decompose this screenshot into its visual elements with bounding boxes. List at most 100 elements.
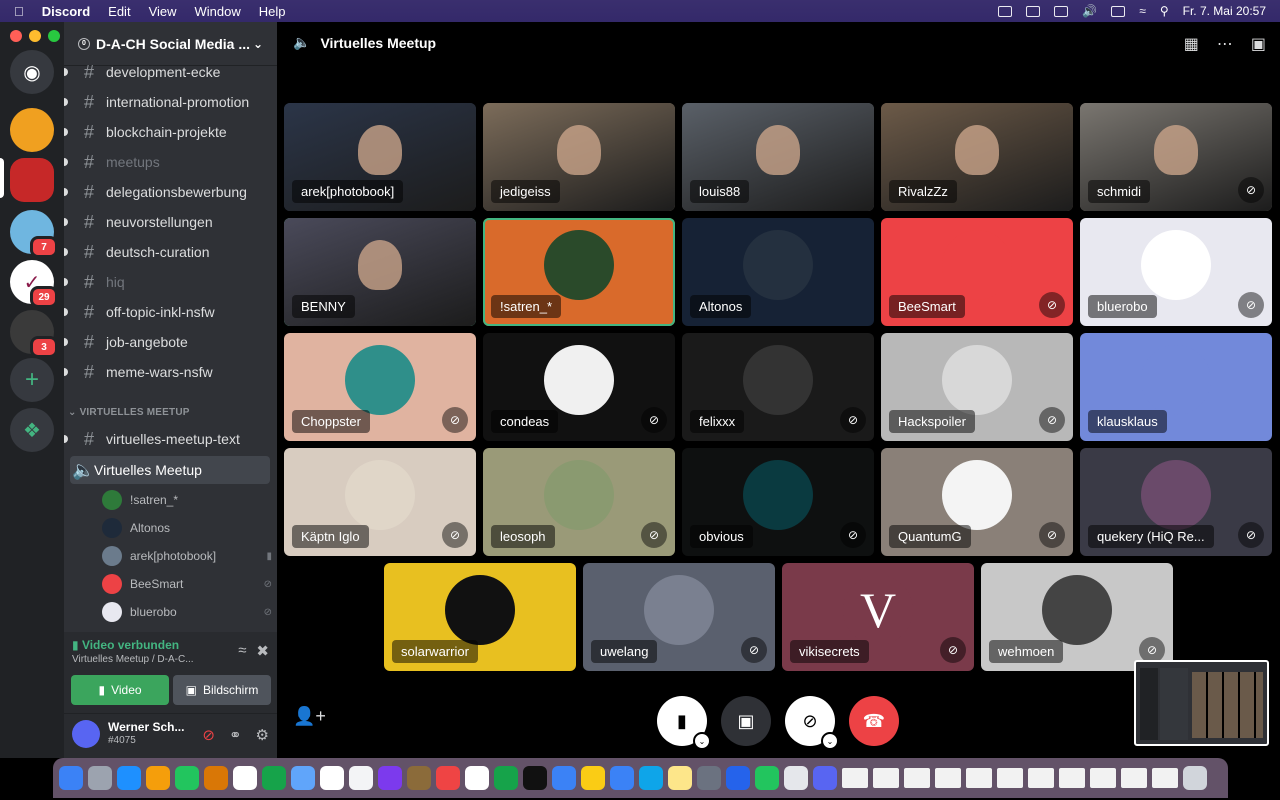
menu-view[interactable]: View xyxy=(149,4,177,19)
minimized-window-icon[interactable] xyxy=(1121,768,1147,788)
self-view-preview[interactable] xyxy=(1134,660,1269,746)
participant-tile[interactable]: wehmoen ⊘ xyxy=(981,563,1173,671)
participant-tile[interactable]: louis88 xyxy=(682,103,874,211)
facetime-icon[interactable] xyxy=(262,766,286,790)
participant-tile[interactable]: Vvikisecrets ⊘ xyxy=(782,563,974,671)
minimize-window-icon[interactable] xyxy=(29,30,41,42)
status-icon[interactable] xyxy=(998,5,1013,17)
menu-window[interactable]: Window xyxy=(195,4,241,19)
participant-tile[interactable]: leosoph ⊘ xyxy=(483,448,675,556)
launchpad-icon[interactable] xyxy=(88,766,112,790)
participant-tile[interactable]: condeas ⊘ xyxy=(483,333,675,441)
zoom-icon[interactable] xyxy=(726,766,750,790)
participant-tile[interactable]: schmidi ⊘ xyxy=(1080,103,1272,211)
close-window-icon[interactable] xyxy=(10,30,22,42)
photos-icon[interactable] xyxy=(146,766,170,790)
video-button[interactable]: ▮ Video xyxy=(71,675,169,705)
music-icon[interactable] xyxy=(436,766,460,790)
voice-channel-path[interactable]: Virtuelles Meetup / D-A-C... xyxy=(72,654,194,665)
channel-delegationsbewerbung[interactable]: # delegationsbewerbung xyxy=(64,178,277,206)
guild-icon[interactable]: 3 xyxy=(10,310,58,358)
minimized-window-icon[interactable] xyxy=(1152,768,1178,788)
chevron-down-icon[interactable]: ⌄ xyxy=(821,732,839,750)
numbers-icon[interactable] xyxy=(494,766,518,790)
participant-tile[interactable]: Choppster ⊘ xyxy=(284,333,476,441)
participant-tile[interactable]: obvious ⊘ xyxy=(682,448,874,556)
guild-icon[interactable]: 7 xyxy=(10,210,58,258)
whatsapp-icon[interactable] xyxy=(755,766,779,790)
minimized-window-icon[interactable] xyxy=(873,768,899,788)
category-header[interactable]: ⌄ VIRTUELLES MEETUP xyxy=(68,407,190,418)
screen-share-button[interactable]: ▣ xyxy=(721,696,771,746)
noise-suppression-icon[interactable]: ≈ xyxy=(238,642,246,660)
app-store-icon[interactable] xyxy=(610,766,634,790)
menu-help[interactable]: Help xyxy=(259,4,286,19)
grid-layout-icon[interactable]: ▦ xyxy=(1184,34,1199,54)
channel-international-promotion[interactable]: # international-promotion xyxy=(64,88,277,116)
status-icon[interactable] xyxy=(1026,5,1041,17)
system-preferences-icon[interactable] xyxy=(697,766,721,790)
participant-tile[interactable]: solarwarrior xyxy=(384,563,576,671)
minimized-window-icon[interactable] xyxy=(966,768,992,788)
trash-icon[interactable] xyxy=(1183,766,1207,790)
participant-tile[interactable]: BeeSmart ⊘ xyxy=(881,218,1073,326)
guild-icon[interactable] xyxy=(10,108,54,152)
participant-tile[interactable]: uwelang ⊘ xyxy=(583,563,775,671)
guild-icon[interactable]: ✓ 29 xyxy=(10,260,58,308)
mail-icon[interactable] xyxy=(233,766,257,790)
keynote-icon[interactable] xyxy=(552,766,576,790)
participant-tile[interactable]: Käptn Iglo ⊘ xyxy=(284,448,476,556)
chevron-down-icon[interactable]: ⌄ xyxy=(693,732,711,750)
app-icon[interactable] xyxy=(407,766,431,790)
menu-app-name[interactable]: Discord xyxy=(42,4,90,19)
podcasts-icon[interactable] xyxy=(378,766,402,790)
channel-virtuelles-meetup-text[interactable]: # virtuelles-meetup-text xyxy=(64,425,277,453)
voice-status[interactable]: ▮ Video verbunden xyxy=(72,638,179,652)
voice-channel-virtuelles-meetup[interactable]: 🔈 Virtuelles Meetup xyxy=(70,456,270,484)
messages-icon[interactable] xyxy=(175,766,199,790)
home-button[interactable]: ◉ xyxy=(10,50,54,94)
discord-icon[interactable] xyxy=(813,766,837,790)
participant-tile[interactable]: arek[photobook] xyxy=(284,103,476,211)
explore-servers-button[interactable]: ❖ xyxy=(10,408,54,452)
apple-icon[interactable]:  xyxy=(14,4,24,19)
participant-tile[interactable]: Hackspoiler ⊘ xyxy=(881,333,1073,441)
channel-off-topic-inkl-nsfw[interactable]: # off-topic-inkl-nsfw xyxy=(64,298,277,326)
minimized-window-icon[interactable] xyxy=(1059,768,1085,788)
voice-user[interactable]: arek[photobook] ▮ xyxy=(102,543,272,569)
channel-meetups[interactable]: # meetups xyxy=(64,148,277,176)
participant-tile[interactable]: jedigeiss xyxy=(483,103,675,211)
voice-user[interactable]: !satren_* xyxy=(102,487,272,513)
more-options-icon[interactable]: ⋯ xyxy=(1217,34,1233,54)
participant-tile[interactable]: klausklaus xyxy=(1080,333,1272,441)
menu-clock[interactable]: Fr. 7. Mai 20:57 xyxy=(1183,4,1266,18)
voice-user[interactable]: BeeSmart ⊘ xyxy=(102,571,272,597)
channel-neuvorstellungen[interactable]: # neuvorstellungen xyxy=(64,208,277,236)
participant-tile[interactable]: bluerobo ⊘ xyxy=(1080,218,1272,326)
channel-deutsch-curation[interactable]: # deutsch-curation xyxy=(64,238,277,266)
channel-meme-wars-nsfw[interactable]: # meme-wars-nsfw xyxy=(64,358,277,386)
telegram-icon[interactable] xyxy=(639,766,663,790)
muted-mic-icon[interactable]: ⊘ xyxy=(202,726,215,744)
screen-share-button[interactable]: ▣ Bildschirm xyxy=(173,675,271,705)
participant-tile[interactable]: RivalzZz xyxy=(881,103,1073,211)
app-icon[interactable] xyxy=(784,766,808,790)
reminders-icon[interactable] xyxy=(349,766,373,790)
guild-icon[interactable] xyxy=(10,158,54,202)
participant-tile[interactable]: BENNY xyxy=(284,218,476,326)
safari-icon[interactable] xyxy=(117,766,141,790)
calendar-icon[interactable] xyxy=(320,766,344,790)
disconnect-icon[interactable]: ✖ xyxy=(256,642,269,660)
participant-tile[interactable]: felixxx ⊘ xyxy=(682,333,874,441)
chrome-icon[interactable] xyxy=(465,766,489,790)
participant-tile[interactable]: QuantumG ⊘ xyxy=(881,448,1073,556)
channel-hiq[interactable]: # hiq xyxy=(64,268,277,296)
participant-tile[interactable]: Altonos xyxy=(682,218,874,326)
pages-icon[interactable] xyxy=(581,766,605,790)
channel-development-ecke[interactable]: # development-ecke xyxy=(64,58,277,86)
finder-icon[interactable] xyxy=(59,766,83,790)
minimized-window-icon[interactable] xyxy=(935,768,961,788)
minimized-window-icon[interactable] xyxy=(842,768,868,788)
status-icon[interactable] xyxy=(1054,5,1069,17)
volume-icon[interactable]: 🔊 xyxy=(1082,4,1097,18)
